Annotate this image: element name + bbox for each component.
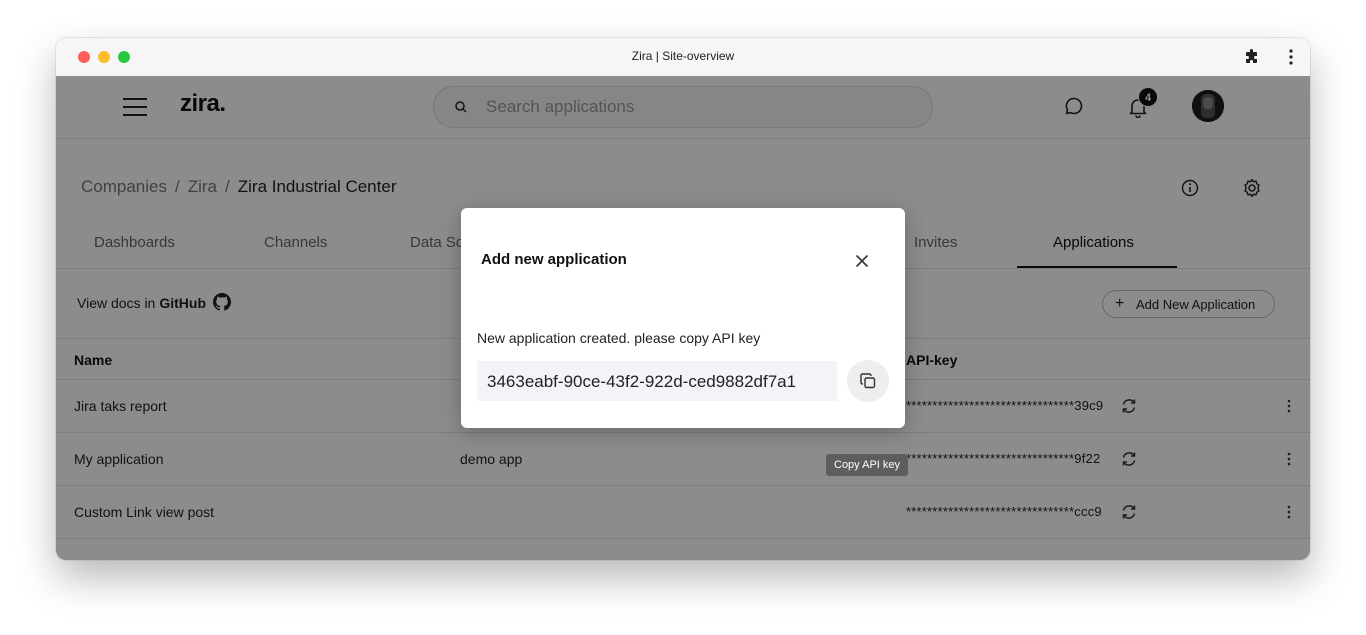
add-application-dialog: Add new application New application crea… [461, 208, 905, 428]
window-title: Zira | Site-overview [631, 49, 735, 63]
extensions-icon[interactable] [1244, 49, 1260, 65]
dialog-message: New application created. please copy API… [477, 330, 761, 346]
title-bar: Zira | Site-overview [56, 38, 1310, 77]
api-key-value: 3463eabf-90ce-43f2-922d-ced9882df7a1 [487, 372, 797, 391]
copy-api-key-button[interactable] [847, 360, 889, 402]
browser-menu-icon[interactable] [1286, 49, 1296, 65]
dialog-title: Add new application [481, 251, 627, 268]
api-key-field[interactable]: 3463eabf-90ce-43f2-922d-ced9882df7a1 [477, 361, 837, 401]
close-icon[interactable] [854, 253, 870, 269]
app-content: zira. 4 [56, 76, 1310, 560]
browser-window: Zira | Site-overview zira. Search applic… [56, 38, 1310, 560]
copy-tooltip: Copy API key [826, 454, 909, 476]
copy-icon [860, 373, 876, 389]
